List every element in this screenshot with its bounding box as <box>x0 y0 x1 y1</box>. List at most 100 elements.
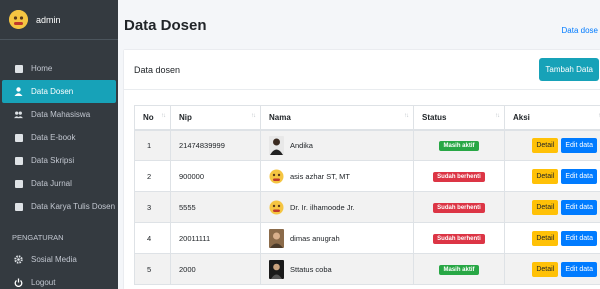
add-data-button[interactable]: Tambah Data <box>539 58 599 81</box>
dosen-name: asis azhar ST, MT <box>290 171 351 181</box>
book-icon <box>14 156 23 165</box>
cell-status: Sudah berhenti <box>413 222 505 254</box>
detail-button[interactable]: Detail <box>532 230 559 246</box>
sort-icon: ↑↓ <box>404 113 409 119</box>
edit-data-button[interactable]: Edit data <box>561 168 597 184</box>
data-card: Data dosen Tambah Data No ↑↓ Nip ↑↓ Nama ↑↓… <box>124 50 600 289</box>
cell-nama: dimas anugrah <box>260 222 414 254</box>
cell-nip: 5555 <box>170 191 261 223</box>
column-header-nip[interactable]: Nip ↑↓ <box>170 105 261 131</box>
power-icon <box>14 278 23 287</box>
sidebar-item-data-karya-tulis[interactable]: Data Karya Tulis Dosen <box>2 195 116 218</box>
page-title: Data Dosen <box>124 16 207 34</box>
photo-thumbnail <box>269 169 284 183</box>
cell-nama: Sttatus coba <box>260 253 414 285</box>
status-badge: Sudah berhenti <box>433 171 485 182</box>
sort-icon: ↑↓ <box>495 113 500 119</box>
content-header: Data Dosen <box>118 0 600 50</box>
user-name: admin <box>36 14 61 25</box>
users-icon <box>14 110 23 119</box>
status-badge: Sudah berhenti <box>433 202 485 213</box>
sidebar-item-data-jurnal[interactable]: Data Jurnal <box>2 172 116 195</box>
sidebar-item-label: Data Mahasiswa <box>31 110 91 119</box>
content-area: Data Dosen Data dose Data dosen Tambah D… <box>118 0 600 289</box>
column-header-aksi[interactable]: Aksi↑↓ <box>504 105 600 131</box>
dosen-name: Dr. Ir. ilhamoode Jr. <box>290 202 355 212</box>
sidebar-item-logout[interactable]: Logout <box>2 271 116 289</box>
detail-button[interactable]: Detail <box>532 168 559 184</box>
breadcrumb[interactable]: Data dose <box>562 26 598 35</box>
sidebar-item-data-mahasiswa[interactable]: Data Mahasiswa <box>2 103 116 126</box>
detail-button[interactable]: Detail <box>532 261 559 277</box>
cell-aksi: Detail Edit data <box>504 129 600 161</box>
sidebar-item-label: Data Karya Tulis Dosen <box>31 202 116 211</box>
status-badge: Masih aktif <box>439 264 479 275</box>
column-header-status[interactable]: Status ↑↓ <box>413 105 505 131</box>
dosen-name: dimas anugrah <box>290 233 340 243</box>
user-panel[interactable]: admin <box>0 0 118 40</box>
cell-no: 1 <box>134 129 171 161</box>
detail-button[interactable]: Detail <box>532 137 559 153</box>
column-header-no[interactable]: No ↑↓ <box>134 105 171 131</box>
photo-thumbnail <box>269 259 284 279</box>
sidebar-item-data-dosen[interactable]: Data Dosen <box>2 80 116 103</box>
book-icon <box>14 133 23 142</box>
avatar <box>9 10 28 29</box>
sidebar-item-label: Data Skripsi <box>31 156 75 165</box>
book-icon <box>14 179 23 188</box>
cell-nip: 2000 <box>170 253 261 285</box>
cell-no: 2 <box>134 160 171 192</box>
dosen-name: Andika <box>290 140 313 150</box>
user-icon <box>14 87 23 96</box>
gear-icon <box>14 255 23 264</box>
cell-no: 4 <box>134 222 171 254</box>
table-row: 2 900000 asis azhar ST, MT Sudah berhent… <box>134 160 600 192</box>
sidebar: admin Home Data Dosen Data Mahasiswa Dat… <box>0 0 118 289</box>
sidebar-nav: Home Data Dosen Data Mahasiswa Data E-bo… <box>0 40 118 289</box>
cell-aksi: Detail Edit data <box>504 160 600 192</box>
sidebar-item-label: Sosial Media <box>31 255 77 264</box>
cell-nip: 20011111 <box>170 222 261 254</box>
status-badge: Sudah berhenti <box>433 233 485 244</box>
sidebar-item-label: Data Dosen <box>31 87 74 96</box>
cell-no: 3 <box>134 191 171 223</box>
cell-status: Sudah berhenti <box>413 191 505 223</box>
cell-no: 5 <box>134 253 171 285</box>
sort-icon: ↑↓ <box>161 113 166 119</box>
sidebar-item-home[interactable]: Home <box>2 57 116 80</box>
edit-data-button[interactable]: Edit data <box>561 261 597 277</box>
table-row: 3 5555 Dr. Ir. ilhamoode Jr. Sudah berhe… <box>134 191 600 223</box>
photo-thumbnail <box>269 200 284 214</box>
column-header-nama[interactable]: Nama ↑↓ <box>260 105 414 131</box>
cell-status: Sudah berhenti <box>413 160 505 192</box>
sidebar-item-label: Data E-book <box>31 133 76 142</box>
sort-icon: ↑↓ <box>251 113 256 119</box>
detail-button[interactable]: Detail <box>532 199 559 215</box>
cell-nip: 21474839999 <box>170 129 261 161</box>
sidebar-item-label: Home <box>31 64 53 73</box>
section-header: PENGATURAN <box>12 233 64 242</box>
status-badge: Masih aktif <box>439 140 479 151</box>
dosen-table: No↑↓ Nip↑↓ Nama↑↓ Status↑↓ Aksi↑↓ 1 2147… <box>134 105 600 285</box>
sidebar-item-data-ebook[interactable]: Data E-book <box>2 126 116 149</box>
photo-thumbnail <box>269 228 284 248</box>
cell-nip: 900000 <box>170 160 261 192</box>
sidebar-item-label: Logout <box>31 278 56 287</box>
card-title: Data dosen <box>134 64 181 75</box>
sidebar-item-sosial-media[interactable]: Sosial Media <box>2 248 116 271</box>
edit-data-button[interactable]: Edit data <box>561 230 597 246</box>
edit-data-button[interactable]: Edit data <box>561 199 597 215</box>
book-icon <box>14 202 23 211</box>
sidebar-item-label: Data Jurnal <box>31 179 72 188</box>
sidebar-item-data-skripsi[interactable]: Data Skripsi <box>2 149 116 172</box>
cell-nama: Dr. Ir. ilhamoode Jr. <box>260 191 414 223</box>
cell-aksi: Detail Edit data <box>504 222 600 254</box>
cell-status: Masih aktif <box>413 129 505 161</box>
edit-data-button[interactable]: Edit data <box>561 137 597 153</box>
dosen-name: Sttatus coba <box>290 264 332 274</box>
cell-status: Masih aktif <box>413 253 505 285</box>
card-header: Data dosen <box>124 50 600 90</box>
cell-nama: asis azhar ST, MT <box>260 160 414 192</box>
table-row: 5 2000 Sttatus coba Masih aktif Detail E… <box>134 253 600 285</box>
cell-aksi: Detail Edit data <box>504 253 600 285</box>
